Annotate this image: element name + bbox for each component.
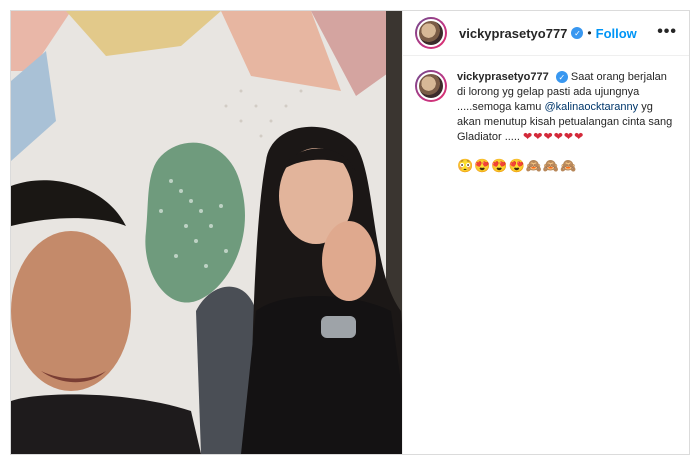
- caption-comment: vickyprasetyo777 ✓ Saat orang berjalan d…: [403, 56, 689, 173]
- caption-hearts: ❤❤❤❤❤❤: [523, 131, 585, 143]
- follow-button[interactable]: Follow: [596, 26, 637, 41]
- post-header: vickyprasetyo777 ✓ • Follow •••: [403, 11, 689, 56]
- header-username[interactable]: vickyprasetyo777: [459, 26, 567, 41]
- more-options-icon[interactable]: •••: [657, 23, 677, 41]
- verified-badge-icon: ✓: [571, 27, 584, 39]
- caption-body: vickyprasetyo777 ✓ Saat orang berjalan d…: [457, 70, 677, 173]
- caption-emojis: 😳😍😍😍🙈🙈🙈: [457, 158, 578, 173]
- caption-avatar[interactable]: [415, 70, 447, 102]
- avatar-photo: [417, 72, 445, 100]
- verified-badge-icon: ✓: [555, 71, 568, 84]
- video-frame-illustration: [11, 11, 402, 454]
- post-video-media[interactable]: [11, 11, 402, 454]
- caption-username[interactable]: vickyprasetyo777: [457, 71, 549, 83]
- user-avatar[interactable]: [415, 17, 447, 49]
- instagram-post: vickyprasetyo777 ✓ • Follow ••• vickypra…: [10, 10, 690, 455]
- post-sidebar: vickyprasetyo777 ✓ • Follow ••• vickypra…: [402, 11, 689, 454]
- caption-mention-link[interactable]: @kalinaocktaranny: [544, 101, 638, 113]
- avatar-photo: [417, 19, 445, 47]
- header-separator: •: [587, 26, 592, 40]
